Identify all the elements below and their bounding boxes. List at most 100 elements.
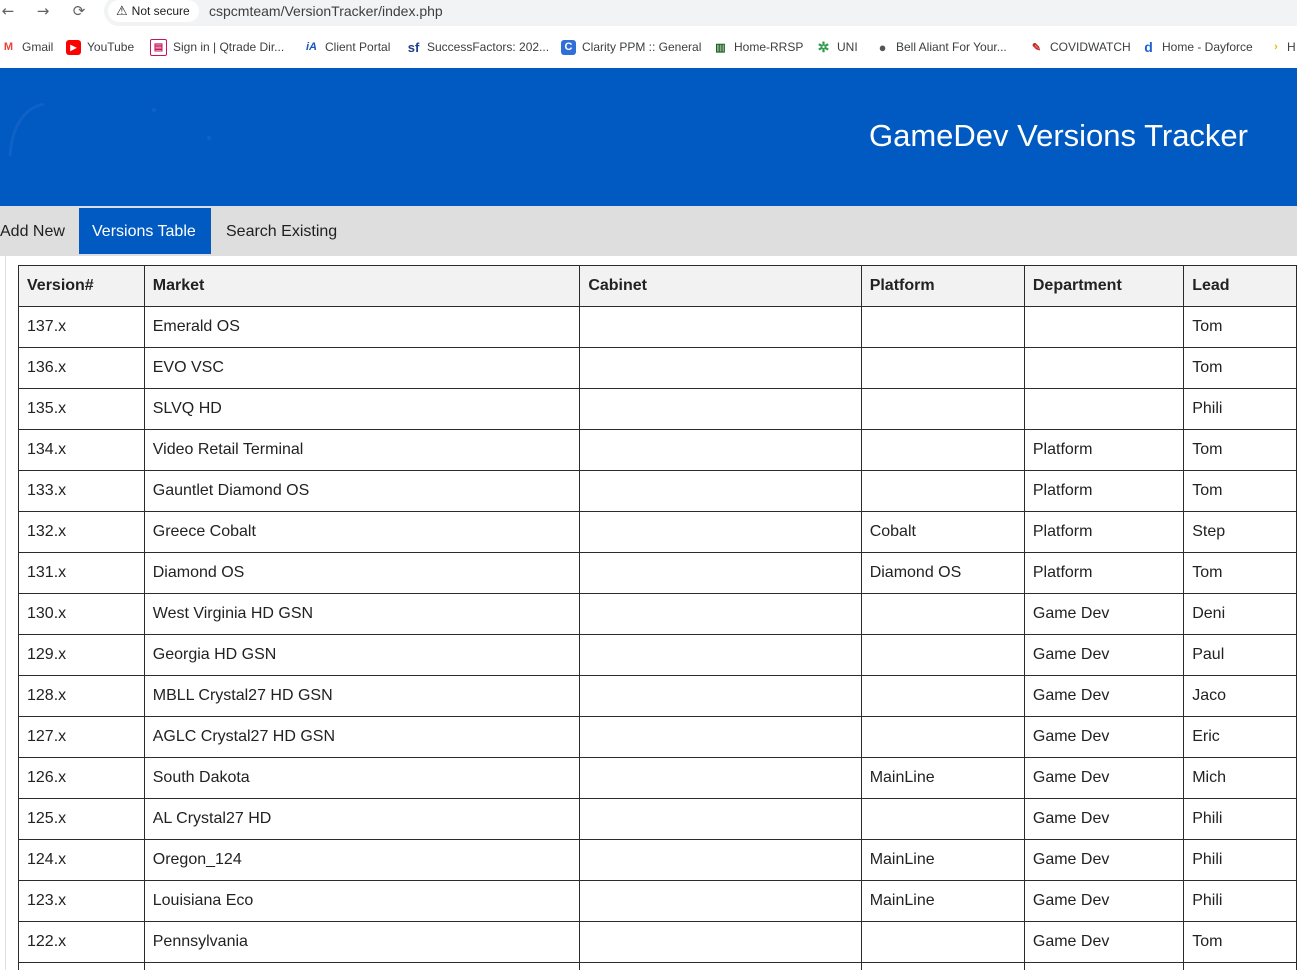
column-header-version[interactable]: Version#	[18, 265, 145, 307]
cell-cabinet	[579, 593, 862, 635]
column-header-platform[interactable]: Platform	[860, 265, 1025, 307]
cell-cabinet	[579, 757, 862, 799]
cell-platform: Cobalt	[860, 511, 1025, 553]
table-row[interactable]: 137.x Emerald OS Tom	[18, 306, 1297, 348]
cell-cabinet	[579, 306, 862, 348]
cell-cabinet	[579, 921, 862, 963]
cell-cabinet	[579, 347, 862, 389]
column-header-lead[interactable]: Lead	[1183, 265, 1297, 307]
cell-version: 136.x	[18, 347, 145, 389]
table-row[interactable]: 128.x MBLL Crystal27 HD GSN Game Dev Jaco	[18, 675, 1297, 717]
cell-cabinet	[579, 880, 862, 922]
bookmark-dayforce[interactable]: d Home - Dayforce	[1141, 34, 1253, 60]
cell-platform	[860, 962, 1025, 970]
tab-add-new[interactable]: Add New	[0, 208, 78, 254]
clarity-icon: C	[561, 39, 576, 55]
bookmarks-bar: M Gmail ▶ YouTube ▤ Sign in | Qtrade Dir…	[0, 34, 1297, 60]
security-chip[interactable]: ⚠ Not secure	[108, 0, 199, 22]
column-header-department[interactable]: Department	[1023, 265, 1185, 307]
table-row[interactable]: 134.x Video Retail Terminal Platform Tom	[18, 429, 1297, 471]
cell-cabinet	[579, 511, 862, 553]
bookmark-overflow[interactable]: › H	[1271, 34, 1296, 60]
cell-cabinet	[579, 962, 862, 970]
cell-department: Game Dev	[1023, 675, 1185, 717]
cell-cabinet	[579, 429, 862, 471]
bookmark-label: Clarity PPM :: General	[582, 40, 702, 54]
cell-market: West Virginia HD GSN	[143, 593, 581, 635]
cell-platform	[860, 716, 1025, 758]
cell-department: Platform	[1023, 552, 1185, 594]
cell-lead: Jaco	[1183, 675, 1297, 717]
url-text[interactable]: cspcmteam/VersionTracker/index.php	[209, 3, 443, 19]
cell-lead: Phili	[1183, 880, 1297, 922]
cell-lead: Phili	[1183, 798, 1297, 840]
bookmark-home-rrsp[interactable]: ▥ Home-RRSP	[713, 34, 803, 60]
cell-version: 135.x	[18, 388, 145, 430]
cell-department: Game Dev	[1023, 634, 1185, 676]
cell-platform	[860, 921, 1025, 963]
cell-lead: Step	[1183, 511, 1297, 553]
bookmark-qtrade[interactable]: ▤ Sign in | Qtrade Dir...	[150, 34, 284, 60]
cell-platform	[860, 429, 1025, 471]
tab-versions-table[interactable]: Versions Table	[79, 208, 211, 254]
cell-lead: Tom	[1183, 429, 1297, 471]
cell-market: Emerald OS	[143, 306, 581, 348]
table-row[interactable]: 122.x Pennsylvania Game Dev Tom	[18, 921, 1297, 963]
gmail-icon: M	[3, 41, 14, 53]
table-row[interactable]: 129.x Georgia HD GSN Game Dev Paul	[18, 634, 1297, 676]
table-row[interactable]: 136.x EVO VSC Tom	[18, 347, 1297, 389]
table-row[interactable]: 126.x South Dakota MainLine Game Dev Mich	[18, 757, 1297, 799]
page-title: GameDev Versions Tracker	[868, 118, 1248, 153]
browser-toolbar: ← → ⟳ ⚠ Not secure cspcmteam/VersionTrac…	[0, 0, 1297, 26]
bookmark-youtube[interactable]: ▶ YouTube	[66, 34, 134, 60]
table-row[interactable]: 131.x Diamond OS Diamond OS Platform Tom	[18, 552, 1297, 594]
tab-search-existing[interactable]: Search Existing	[213, 208, 350, 254]
bookmark-covidwatch[interactable]: ✎ COVIDWATCH	[1029, 34, 1131, 60]
table-row[interactable]: 135.x SLVQ HD Phili	[18, 388, 1297, 430]
cell-lead: Phili	[1183, 388, 1297, 430]
column-header-market[interactable]: Market	[143, 265, 581, 307]
bookmark-label: Bell Aliant For Your...	[896, 40, 1007, 54]
cell-market: Louisiana Eco	[143, 880, 581, 922]
table-row[interactable]: 133.x Gauntlet Diamond OS Platform Tom	[18, 470, 1297, 512]
bookmark-gmail[interactable]: M Gmail	[1, 34, 53, 60]
table-row[interactable]: 125.x AL Crystal27 HD Game Dev Phili	[18, 798, 1297, 840]
app-header: GameDev Versions Tracker	[0, 68, 1297, 206]
table-row[interactable]: 123.x Louisiana Eco MainLine Game Dev Phili	[18, 880, 1297, 922]
bookmark-clarity[interactable]: C Clarity PPM :: General	[561, 34, 701, 60]
cell-market: Diamond OS	[143, 552, 581, 594]
cell-department	[1023, 347, 1185, 389]
bookmark-bell-aliant[interactable]: ● Bell Aliant For Your...	[875, 34, 1007, 60]
column-header-cabinet[interactable]: Cabinet	[579, 265, 862, 307]
bookmark-label: Home - Dayforce	[1162, 40, 1253, 54]
table-row[interactable]: 127.x AGLC Crystal27 HD GSN Game Dev Eric	[18, 716, 1297, 758]
cell-platform: MainLine	[860, 757, 1025, 799]
cell-version: 131.x	[18, 552, 145, 594]
table-row[interactable]: 132.x Greece Cobalt Cobalt Platform Step	[18, 511, 1297, 553]
cell-cabinet	[579, 552, 862, 594]
cell-lead: Eric	[1183, 716, 1297, 758]
cell-platform	[860, 347, 1025, 389]
cell-lead: Tom	[1183, 552, 1297, 594]
cell-version: 122.x	[18, 921, 145, 963]
cell-lead: Phili	[1183, 839, 1297, 881]
bookmark-client-portal[interactable]: iA Client Portal	[304, 34, 390, 60]
cell-version: 133.x	[18, 470, 145, 512]
bookmark-successfactors[interactable]: sf SuccessFactors: 202...	[406, 34, 549, 60]
bookmark-uni[interactable]: ✲ UNI	[816, 34, 858, 60]
table-row[interactable]: 130.x West Virginia HD GSN Game Dev Deni	[18, 593, 1297, 635]
bookmark-label: Gmail	[22, 40, 54, 54]
table-row[interactable]	[18, 962, 1297, 970]
cell-platform	[860, 675, 1025, 717]
cell-department: Platform	[1023, 429, 1185, 471]
chevron-icon: ›	[1274, 41, 1278, 53]
reload-icon[interactable]: ⟳	[67, 1, 91, 21]
table-row[interactable]: 124.x Oregon_124 MainLine Game Dev Phili	[18, 839, 1297, 881]
bookmark-label: H	[1287, 40, 1296, 54]
cell-cabinet	[579, 798, 862, 840]
forward-arrow-icon[interactable]: →	[31, 1, 55, 21]
back-arrow-icon[interactable]: ←	[0, 1, 20, 21]
cell-market: AGLC Crystal27 HD GSN	[143, 716, 581, 758]
bookmark-label: Home-RRSP	[734, 40, 804, 54]
cell-platform: MainLine	[860, 880, 1025, 922]
